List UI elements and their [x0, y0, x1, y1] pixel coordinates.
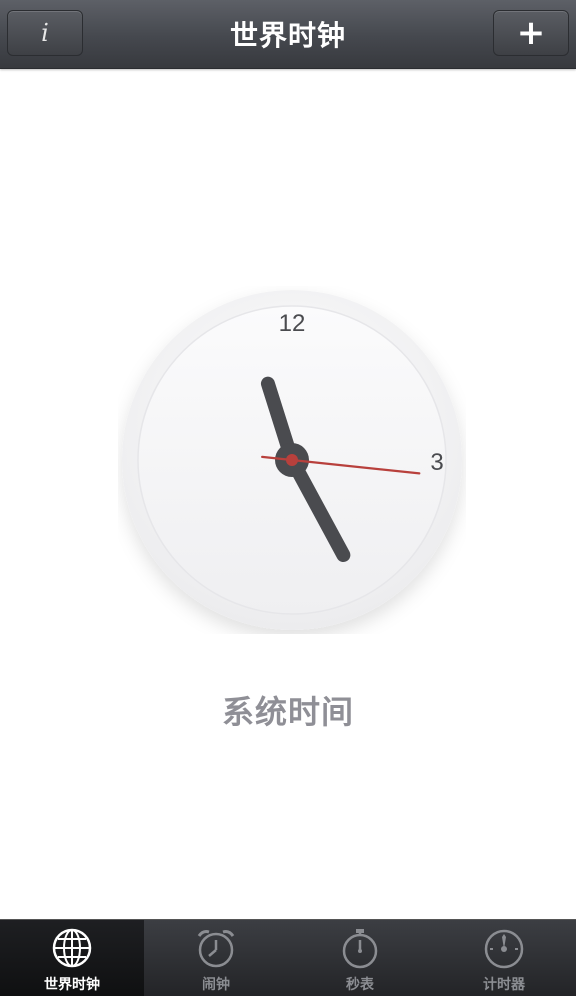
clock-face: 12 3	[122, 290, 462, 630]
timer-icon	[484, 929, 524, 969]
page-title: 世界时钟	[229, 19, 346, 52]
second-hand-pivot	[286, 454, 298, 466]
tab-label: 世界时钟	[44, 977, 100, 993]
alarm-clock-icon	[197, 930, 235, 968]
tab-alarm[interactable]: 闹钟	[144, 920, 288, 996]
tab-stopwatch[interactable]: 秒表	[288, 920, 432, 996]
clock-caption: 系统时间	[221, 693, 354, 731]
hour-label-3: 3	[430, 449, 443, 476]
analog-clock: 12 3	[118, 286, 466, 634]
tab-label: 秒表	[346, 977, 374, 993]
tab-world-clock[interactable]: 世界时钟	[0, 920, 144, 996]
navigation-bar: i 世界时钟 +	[0, 0, 576, 69]
plus-icon: +	[516, 13, 546, 53]
tab-label: 闹钟	[202, 977, 230, 993]
tab-bar: 世界时钟 闹钟 秒表 计时器	[0, 919, 576, 996]
tab-timer[interactable]: 计时器	[432, 920, 576, 996]
add-button[interactable]: +	[493, 10, 569, 56]
stopwatch-icon	[342, 929, 378, 969]
tab-label: 计时器	[483, 977, 525, 993]
hour-label-12: 12	[279, 310, 306, 337]
globe-icon	[52, 928, 92, 968]
